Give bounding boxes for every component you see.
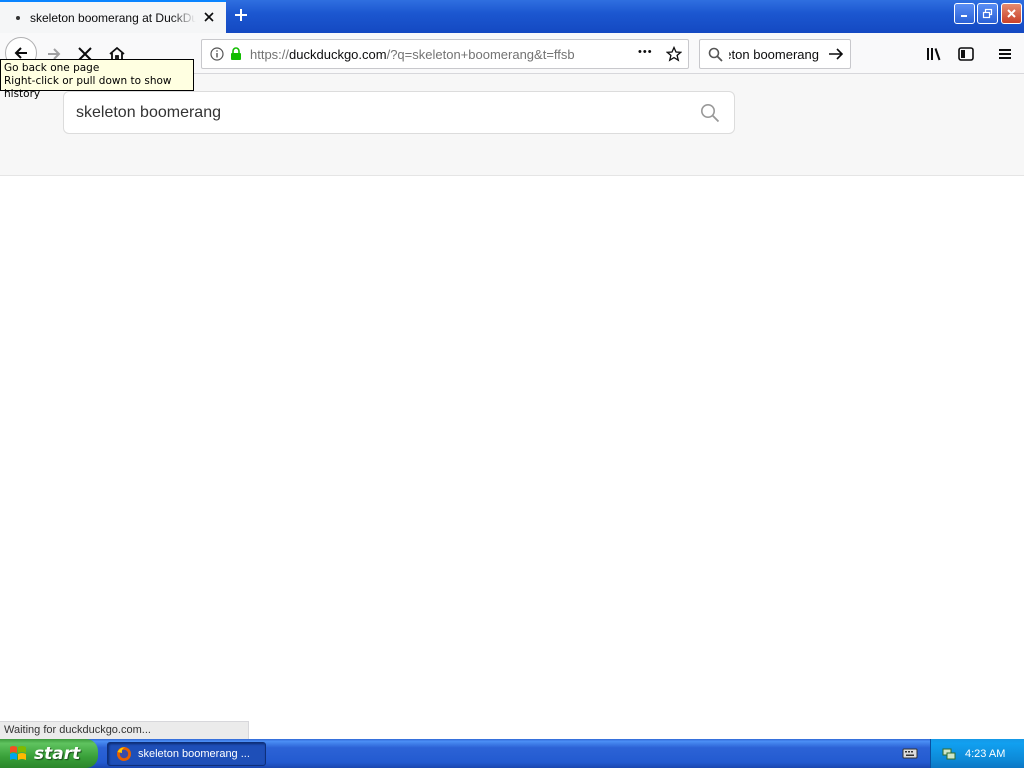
info-icon[interactable] xyxy=(210,47,224,61)
window-restore-button[interactable] xyxy=(977,3,998,24)
back-tooltip: Go back one page Right-click or pull dow… xyxy=(0,59,194,100)
hamburger-menu-icon xyxy=(999,49,1011,59)
url-text[interactable]: https://duckduckgo.com/?q=skeleton+boome… xyxy=(250,47,575,62)
library-button[interactable] xyxy=(920,39,950,69)
sidebar-button[interactable] xyxy=(951,39,981,69)
go-arrow-icon[interactable] xyxy=(828,46,844,62)
window-minimize-button[interactable] xyxy=(954,3,975,24)
url-bar[interactable]: https://duckduckgo.com/?q=skeleton+boome… xyxy=(201,39,689,69)
taskbar: start skeleton boomerang ... 4:23 AM xyxy=(0,739,1024,768)
tab-close-icon[interactable] xyxy=(200,8,218,26)
library-icon xyxy=(927,48,941,61)
search-bar[interactable]: skeleton boomerang xyxy=(699,39,851,69)
search-icon xyxy=(708,47,723,62)
ddg-search-input[interactable]: skeleton boomerang xyxy=(76,104,700,122)
clock: 4:23 AM xyxy=(965,747,1006,760)
taskbar-item-label: skeleton boomerang ... xyxy=(138,748,250,760)
new-tab-button[interactable] xyxy=(230,4,252,26)
network-icon[interactable] xyxy=(941,746,957,762)
loading-dot-icon xyxy=(16,15,20,20)
window-close-button[interactable] xyxy=(1001,3,1022,24)
sidebar-icon xyxy=(958,47,974,61)
lock-icon[interactable] xyxy=(230,47,242,61)
start-label: start xyxy=(34,743,81,764)
search-bar-input[interactable]: skeleton boomerang xyxy=(729,47,819,62)
ddg-search-icon[interactable] xyxy=(700,103,720,123)
bookmark-star-icon[interactable] xyxy=(666,46,682,62)
start-button[interactable]: start xyxy=(0,739,98,768)
system-tray: 4:23 AM xyxy=(930,739,1024,768)
tab-title: skeleton boomerang at DuckDuckGo xyxy=(30,10,196,25)
menu-button[interactable] xyxy=(990,39,1020,69)
keyboard-icon[interactable] xyxy=(902,746,918,763)
tab-strip: skeleton boomerang at DuckDuckGo xyxy=(0,0,1024,33)
windows-logo-icon xyxy=(10,745,26,760)
taskbar-item-firefox[interactable]: skeleton boomerang ... xyxy=(107,742,266,766)
page-actions-button[interactable]: ••• xyxy=(638,46,653,58)
tab-active[interactable]: skeleton boomerang at DuckDuckGo xyxy=(0,0,226,33)
firefox-icon xyxy=(117,747,131,761)
tooltip-line-1: Go back one page xyxy=(4,62,100,74)
page-body xyxy=(0,176,1024,721)
tooltip-line-2: Right-click or pull down to show history xyxy=(4,75,172,100)
status-panel: Waiting for duckduckgo.com... xyxy=(0,721,249,739)
